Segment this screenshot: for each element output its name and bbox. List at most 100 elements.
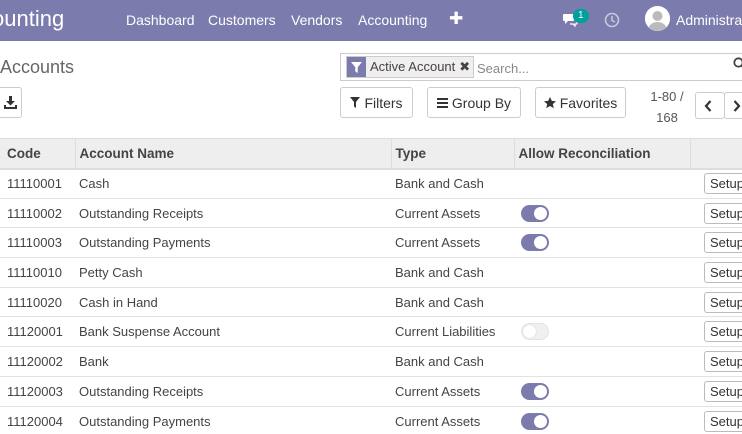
setup-button[interactable]: Setup	[704, 321, 742, 343]
setup-button[interactable]: Setup	[704, 261, 742, 283]
reconcile-toggle[interactable]	[521, 323, 549, 341]
cell-allow-reconciliation	[514, 257, 690, 288]
search-facet: Active Account ✖	[346, 56, 475, 78]
cell-setup: Setup	[690, 227, 742, 258]
table-header-row: Code Account Name Type Allow Reconciliat…	[0, 138, 742, 170]
column-header-account-name[interactable]: Account Name	[74, 138, 391, 170]
chevron-left-icon	[704, 99, 712, 112]
cell-code: 11110020	[0, 286, 75, 317]
cell-type: Bank and Cash	[391, 257, 514, 288]
pager-total: 168	[656, 110, 678, 125]
cell-type: Current Liabilities	[391, 316, 514, 347]
table-row[interactable]: 11120002 Bank Bank and Cash Setup	[0, 346, 742, 377]
filter-icon	[350, 97, 361, 108]
cell-allow-reconciliation	[514, 286, 690, 317]
cell-code: 11120004	[0, 405, 75, 434]
table-row[interactable]: 11120003 Outstanding Receipts Current Asse…	[0, 375, 742, 406]
reconcile-toggle[interactable]	[521, 234, 549, 252]
nav-vendors[interactable]: Vendors	[291, 12, 342, 28]
group-by-button[interactable]: Group By	[427, 87, 521, 118]
filters-label: Filters	[364, 94, 403, 111]
reconcile-toggle[interactable]	[521, 412, 549, 430]
cell-setup: Setup	[690, 286, 742, 317]
table-row[interactable]: 11120004 Outstanding Payments Current Asse…	[0, 405, 742, 434]
cell-account-name: Cash in Hand	[75, 286, 391, 317]
favorites-button[interactable]: Favorites	[535, 87, 626, 118]
cell-account-name: Outstanding Receipts	[75, 197, 391, 228]
avatar[interactable]	[645, 6, 670, 31]
search-icon[interactable]	[733, 57, 742, 71]
user-name[interactable]: Administra	[676, 12, 742, 28]
table-row[interactable]: 11110001 Cash Bank and Cash Setup	[0, 169, 742, 199]
filter-icon	[347, 57, 366, 77]
table-row[interactable]: 11110002 Outstanding Receipts Current Asse…	[0, 197, 742, 228]
cell-allow-reconciliation	[514, 169, 690, 199]
cell-type: Current Assets	[391, 197, 514, 228]
toggle-knob	[534, 236, 547, 250]
toggle-knob	[523, 325, 536, 339]
messages-count-badge: 1	[573, 9, 589, 23]
reconcile-toggle[interactable]	[521, 204, 549, 222]
cell-setup: Setup	[690, 169, 742, 199]
cell-account-name: Outstanding Payments	[75, 405, 391, 434]
filters-button[interactable]: Filters	[340, 87, 413, 118]
star-icon	[543, 96, 556, 108]
facet-label: Active Account	[370, 59, 456, 74]
cell-code: 11110001	[7, 176, 62, 192]
cell-allow-reconciliation	[514, 197, 690, 228]
cell-account-name: Cash	[79, 176, 110, 192]
cell-allow-reconciliation	[514, 346, 690, 377]
pager-next-button[interactable]	[724, 92, 742, 119]
pager-range[interactable]: 1-80 /	[649, 86, 685, 107]
cell-allow-reconciliation	[514, 405, 690, 434]
cell-allow-reconciliation	[514, 375, 690, 406]
download-button[interactable]	[0, 87, 22, 118]
nav-dashboard[interactable]: Dashboard	[126, 12, 195, 28]
setup-button[interactable]: Setup	[704, 291, 742, 313]
pager-previous-button[interactable]	[695, 92, 725, 119]
setup-button[interactable]: Setup	[704, 173, 742, 195]
cell-code: 11120001	[0, 316, 75, 347]
cell-account-name: Bank Suspense Account	[75, 316, 391, 347]
group-by-label: Group By	[451, 94, 512, 111]
table-body: 11110001 Cash Bank and Cash Setup 11110002 Ou…	[0, 169, 742, 434]
column-header-actions	[689, 138, 742, 170]
table-row[interactable]: 11120001 Bank Suspense Account Current Lia…	[0, 316, 742, 347]
chevron-right-icon	[733, 99, 741, 112]
cell-account-name: Petty Cash	[75, 257, 391, 288]
cell-setup: Setup	[690, 346, 742, 377]
cell-type: Current Assets	[391, 405, 514, 434]
toggle-knob	[534, 206, 547, 220]
table-row[interactable]: 11110010 Petty Cash Bank and Cash Setup	[0, 257, 742, 288]
cell-account-name: Outstanding Payments	[75, 227, 391, 258]
setup-button[interactable]: Setup	[704, 202, 742, 224]
setup-button[interactable]: Setup	[704, 380, 742, 402]
cell-type: Bank and Cash	[395, 176, 484, 192]
column-header-allow-reconciliation[interactable]: Allow Reconciliation	[513, 138, 690, 170]
nav-customers[interactable]: Customers	[208, 12, 276, 28]
setup-button[interactable]: Setup	[704, 410, 742, 432]
cell-account-name: Outstanding Receipts	[75, 375, 391, 406]
app-title[interactable]: ounting	[0, 6, 64, 32]
setup-button[interactable]: Setup	[704, 350, 742, 372]
search-bar[interactable]: Active Account ✖	[340, 53, 742, 81]
reconcile-toggle[interactable]	[521, 382, 549, 400]
clock-icon[interactable]	[604, 12, 620, 28]
cell-type: Bank and Cash	[391, 346, 514, 377]
column-header-type[interactable]: Type	[390, 138, 514, 170]
search-input[interactable]	[477, 58, 727, 78]
cell-code: 11110010	[0, 257, 75, 288]
nav-accounting[interactable]: Accounting	[358, 12, 427, 28]
pager-value[interactable]: 1-80 / 168	[649, 86, 685, 128]
column-header-code[interactable]: Code	[0, 138, 75, 170]
remove-facet-icon[interactable]: ✖	[459, 57, 473, 77]
plus-icon[interactable]: ✚	[449, 9, 463, 29]
cell-setup: Setup	[690, 257, 742, 288]
cell-setup: Setup	[690, 375, 742, 406]
cell-allow-reconciliation	[514, 227, 690, 258]
table-row[interactable]: 11110020 Cash in Hand Bank and Cash Setup	[0, 286, 742, 317]
table-row[interactable]: 11110003 Outstanding Payments Current Asse…	[0, 227, 742, 258]
cell-type: Current Assets	[391, 375, 514, 406]
toggle-knob	[534, 384, 547, 398]
setup-button[interactable]: Setup	[704, 232, 742, 254]
